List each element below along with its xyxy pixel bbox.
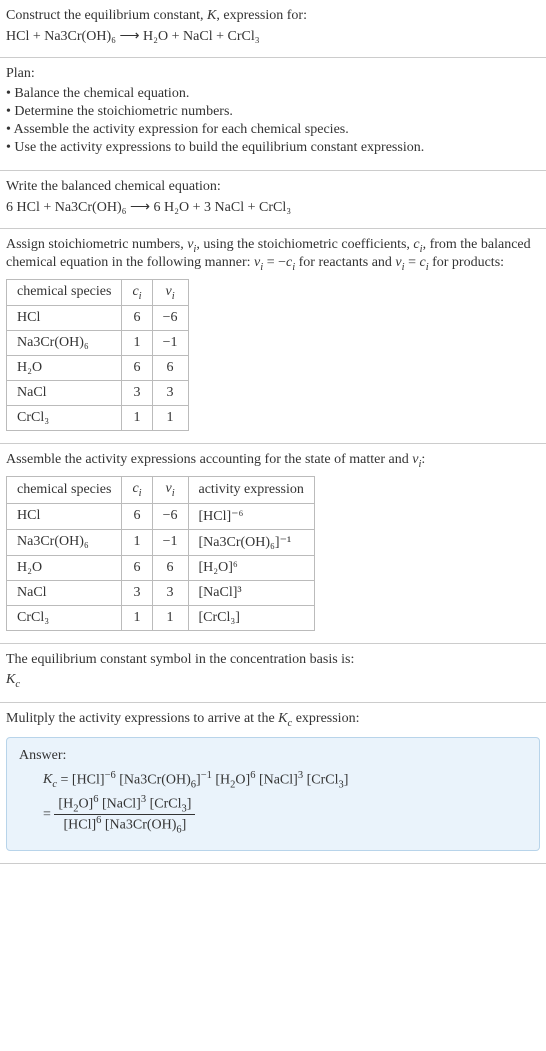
cell-species: Na3Cr(OH)₆	[7, 331, 122, 356]
table-row: Na3Cr(OH)₆1−1	[7, 331, 189, 356]
stoich-table: chemical species ci νi HCl6−6 Na3Cr(OH)₆…	[6, 279, 189, 432]
cell-c: 1	[122, 331, 152, 356]
plan-item: • Assemble the activity expression for e…	[6, 122, 540, 138]
table-row: HCl6−6[HCl]⁻⁶	[7, 503, 315, 529]
multiply-line1: Mulitply the activity expressions to arr…	[6, 711, 540, 729]
table-row: CrCl₃11	[7, 406, 189, 431]
cell-species: CrCl₃	[7, 406, 122, 431]
cell-v: 6	[152, 555, 188, 580]
cell-activity: [NaCl]³	[188, 580, 314, 605]
plan-item: • Use the activity expressions to build …	[6, 140, 540, 156]
cell-v: −1	[152, 529, 188, 555]
cell-c: 3	[122, 580, 152, 605]
cell-c: 6	[122, 306, 152, 331]
cell-v: 3	[152, 580, 188, 605]
cell-v: −1	[152, 331, 188, 356]
col-header: νi	[152, 279, 188, 306]
cell-species: H₂O	[7, 356, 122, 381]
cell-activity: [CrCl₃]	[188, 605, 314, 630]
cell-v: 3	[152, 381, 188, 406]
table-row: CrCl₃11[CrCl₃]	[7, 605, 315, 630]
plan-list: • Balance the chemical equation. • Deter…	[6, 86, 540, 156]
symbol-kc: Kc	[6, 672, 540, 690]
plan-section: Plan: • Balance the chemical equation. •…	[0, 58, 546, 171]
col-header: ci	[122, 279, 152, 306]
plan-item: • Determine the stoichiometric numbers.	[6, 104, 540, 120]
col-header: ci	[122, 477, 152, 504]
symbol-section: The equilibrium constant symbol in the c…	[0, 644, 546, 703]
cell-c: 6	[122, 356, 152, 381]
cell-species: Na3Cr(OH)₆	[7, 529, 122, 555]
answer-label: Answer:	[19, 748, 527, 764]
balanced-section: Write the balanced chemical equation: 6 …	[0, 171, 546, 229]
answer-line2: = [H2O]6 [NaCl]3 [CrCl3] [HCl]6 [Na3Cr(O…	[43, 794, 527, 836]
cell-c: 1	[122, 529, 152, 555]
col-header: νi	[152, 477, 188, 504]
cell-species: H₂O	[7, 555, 122, 580]
table-header-row: chemical species ci νi	[7, 279, 189, 306]
balanced-line1: Write the balanced chemical equation:	[6, 179, 540, 195]
intro-equation: HCl + Na3Cr(OH)₆ ⟶ H₂O + NaCl + CrCl₃	[6, 28, 540, 45]
stoich-intro: Assign stoichiometric numbers, νi, using…	[6, 237, 540, 273]
col-header: activity expression	[188, 477, 314, 504]
equals-sign: =	[43, 807, 51, 822]
multiply-section: Mulitply the activity expressions to arr…	[0, 703, 546, 864]
table-header-row: chemical species ci νi activity expressi…	[7, 477, 315, 504]
table-row: H₂O66	[7, 356, 189, 381]
activity-table: chemical species ci νi activity expressi…	[6, 476, 315, 631]
activity-section: Assemble the activity expressions accoun…	[0, 444, 546, 644]
plan-item: • Balance the chemical equation.	[6, 86, 540, 102]
col-header: chemical species	[7, 279, 122, 306]
cell-c: 6	[122, 555, 152, 580]
cell-v: 1	[152, 605, 188, 630]
cell-species: CrCl₃	[7, 605, 122, 630]
fraction-denominator: [HCl]6 [Na3Cr(OH)6]	[54, 815, 195, 835]
stoich-section: Assign stoichiometric numbers, νi, using…	[0, 229, 546, 444]
cell-v: 6	[152, 356, 188, 381]
answer-box: Answer: Kc = [HCl]−6 [Na3Cr(OH)6]−1 [H2O…	[6, 737, 540, 851]
cell-c: 1	[122, 406, 152, 431]
table-row: Na3Cr(OH)₆1−1[Na3Cr(OH)₆]⁻¹	[7, 529, 315, 555]
table-row: NaCl33[NaCl]³	[7, 580, 315, 605]
cell-activity: [Na3Cr(OH)₆]⁻¹	[188, 529, 314, 555]
cell-species: HCl	[7, 503, 122, 529]
symbol-line1: The equilibrium constant symbol in the c…	[6, 652, 540, 668]
cell-activity: [HCl]⁻⁶	[188, 503, 314, 529]
table-row: H₂O66[H₂O]⁶	[7, 555, 315, 580]
cell-species: NaCl	[7, 381, 122, 406]
table-row: HCl6−6	[7, 306, 189, 331]
cell-species: NaCl	[7, 580, 122, 605]
cell-c: 6	[122, 503, 152, 529]
cell-activity: [H₂O]⁶	[188, 555, 314, 580]
intro-section: Construct the equilibrium constant, K, e…	[0, 0, 546, 58]
cell-v: 1	[152, 406, 188, 431]
col-header: chemical species	[7, 477, 122, 504]
balanced-equation: 6 HCl + Na3Cr(OH)₆ ⟶ 6 H₂O + 3 NaCl + Cr…	[6, 199, 540, 216]
table-row: NaCl33	[7, 381, 189, 406]
activity-intro: Assemble the activity expressions accoun…	[6, 452, 540, 470]
cell-v: −6	[152, 503, 188, 529]
cell-v: −6	[152, 306, 188, 331]
cell-c: 3	[122, 381, 152, 406]
intro-line1: Construct the equilibrium constant, K, e…	[6, 8, 540, 24]
cell-c: 1	[122, 605, 152, 630]
answer-fraction: [H2O]6 [NaCl]3 [CrCl3] [HCl]6 [Na3Cr(OH)…	[54, 794, 195, 836]
plan-title: Plan:	[6, 66, 540, 82]
fraction-numerator: [H2O]6 [NaCl]3 [CrCl3]	[54, 794, 195, 815]
cell-species: HCl	[7, 306, 122, 331]
answer-line1: Kc = [HCl]−6 [Na3Cr(OH)6]−1 [H2O]6 [NaCl…	[43, 770, 527, 790]
